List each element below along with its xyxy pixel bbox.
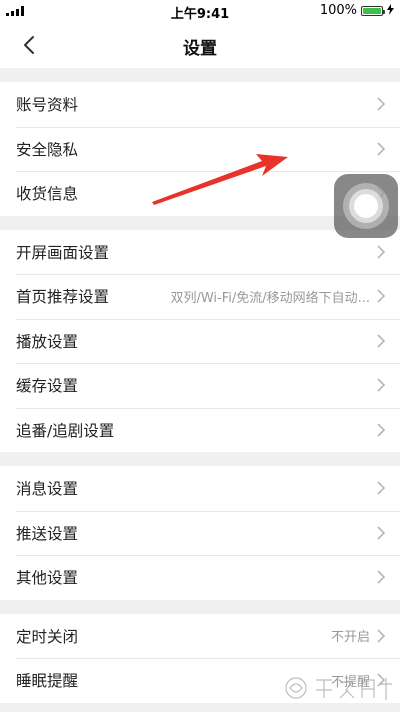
row-timed-close[interactable]: 定时关闭 不开启 [0, 614, 400, 659]
chevron-right-icon [377, 245, 386, 259]
battery-fill [363, 7, 381, 14]
row-account-profile[interactable]: 账号资料 [0, 82, 400, 127]
chevron-right-icon [377, 334, 386, 348]
row-cache[interactable]: 缓存设置 [0, 363, 400, 408]
row-home-recommend[interactable]: 首页推荐设置 双列/Wi-Fi/免流/移动网络下自动... [0, 274, 400, 319]
row-label: 睡眠提醒 [16, 672, 79, 691]
settings-group-notifications: 消息设置 推送设置 其他设置 [0, 466, 400, 600]
row-value: 双列/Wi-Fi/免流/移动网络下自动... [170, 290, 370, 306]
row-label: 账号资料 [16, 96, 79, 115]
row-follow-series[interactable]: 追番/追剧设置 [0, 407, 400, 453]
assistive-touch-ring-middle [349, 189, 383, 223]
row-message-settings[interactable]: 消息设置 [0, 466, 400, 511]
row-label: 首页推荐设置 [16, 288, 110, 307]
assistive-touch-ring-outer [343, 183, 389, 229]
battery-percent: 100% [319, 3, 357, 18]
nav-bar: 设置 [0, 22, 400, 68]
row-label: 定时关闭 [16, 627, 79, 646]
row-other-settings[interactable]: 其他设置 [0, 555, 400, 600]
row-value: 不开启 [330, 630, 370, 646]
row-label: 追番/追剧设置 [16, 421, 115, 440]
chevron-right-icon [377, 97, 386, 111]
chevron-right-icon [377, 526, 386, 540]
chevron-left-icon [24, 36, 34, 54]
assistive-touch-icon[interactable] [334, 174, 398, 238]
chevron-right-icon [377, 289, 386, 303]
settings-group-playback: 开屏画面设置 首页推荐设置 双列/Wi-Fi/免流/移动网络下自动... 播放设… [0, 229, 400, 453]
row-security-privacy[interactable]: 安全隐私 [0, 126, 400, 172]
row-push-settings[interactable]: 推送设置 [0, 510, 400, 556]
assistive-touch-ring-inner [354, 194, 378, 218]
row-playback[interactable]: 播放设置 [0, 318, 400, 364]
row-label: 其他设置 [16, 569, 79, 588]
chevron-right-icon [377, 481, 386, 495]
chevron-right-icon [377, 423, 386, 437]
row-splash-screen[interactable]: 开屏画面设置 [0, 230, 400, 275]
baidu-jingyan-watermark [285, 677, 392, 700]
lightning-icon [387, 4, 394, 17]
row-label: 开屏画面设置 [16, 243, 110, 262]
chevron-right-icon [377, 378, 386, 392]
back-button[interactable] [14, 30, 44, 60]
row-label: 收货信息 [16, 185, 79, 204]
battery-icon [361, 5, 385, 16]
row-label: 消息设置 [16, 480, 79, 499]
section-gap [0, 599, 400, 614]
chevron-right-icon [377, 629, 386, 643]
section-gap [0, 452, 400, 466]
row-label: 播放设置 [16, 332, 79, 351]
section-gap [0, 68, 400, 82]
status-bar: 上午9:41 100% [0, 0, 400, 22]
status-right: 100% [320, 3, 394, 18]
chevron-right-icon [377, 142, 386, 156]
row-label: 安全隐私 [16, 140, 79, 159]
chevron-right-icon [377, 570, 386, 584]
row-label: 推送设置 [16, 524, 79, 543]
row-label: 缓存设置 [16, 377, 79, 396]
page-title: 设置 [183, 39, 217, 59]
